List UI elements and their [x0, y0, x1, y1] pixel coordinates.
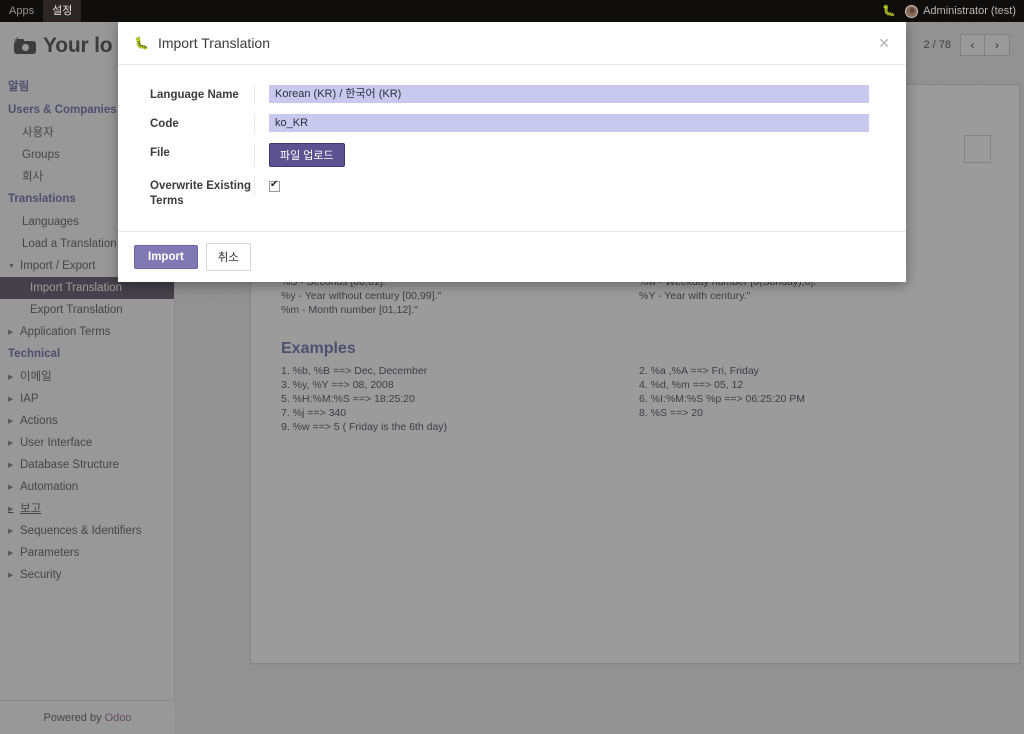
overwrite-checkbox[interactable]	[269, 179, 280, 192]
code-field-wrap	[254, 114, 890, 134]
language-name-input[interactable]	[269, 85, 869, 103]
import-translation-dialog: 🐛 Import Translation ✕ Language Name Cod…	[118, 22, 906, 282]
topbar-app-tabs: Apps 설정	[0, 0, 82, 22]
dialog-body: Language Name Code File 파일 업로드 Overwrite…	[118, 65, 906, 231]
topbar-right-group: 🐛 Administrator (test)	[882, 0, 1024, 22]
user-menu[interactable]: Administrator (test)	[905, 4, 1016, 18]
code-input[interactable]	[269, 114, 869, 132]
dialog-title: Import Translation	[157, 35, 271, 51]
file-field-wrap: 파일 업로드	[254, 143, 890, 167]
field-row-overwrite: Overwrite Existing Terms	[134, 176, 890, 209]
language-name-label: Language Name	[150, 89, 239, 101]
topbar-apps-label: Apps	[9, 5, 35, 17]
dialog-footer: Import 취소	[118, 231, 906, 282]
overwrite-label: Overwrite Existing Terms	[150, 180, 251, 207]
code-label: Code	[150, 118, 179, 130]
bug-icon[interactable]: 🐛	[134, 37, 149, 49]
overwrite-field-wrap	[254, 176, 890, 196]
field-row-file: File 파일 업로드	[134, 143, 890, 167]
topbar-settings-tab[interactable]: 설정	[43, 0, 82, 22]
import-button[interactable]: Import	[134, 245, 198, 269]
avatar	[905, 4, 919, 18]
bug-icon[interactable]: 🐛	[882, 5, 896, 17]
file-upload-button[interactable]: 파일 업로드	[269, 143, 345, 167]
field-row-language-name: Language Name	[134, 85, 890, 105]
close-icon[interactable]: ✕	[876, 32, 892, 54]
field-row-code: Code	[134, 114, 890, 134]
app-root: Apps 설정 🐛 Administrator (test) +	[0, 0, 1024, 734]
top-navbar: Apps 설정 🐛 Administrator (test)	[0, 0, 1024, 22]
topbar-apps-link[interactable]: Apps	[0, 0, 43, 22]
file-label: File	[150, 147, 170, 159]
user-name-label: Administrator (test)	[923, 5, 1016, 17]
cancel-button[interactable]: 취소	[205, 243, 251, 271]
dialog-header: 🐛 Import Translation ✕	[118, 22, 906, 65]
language-name-field-wrap	[254, 85, 890, 105]
topbar-settings-label: 설정	[52, 5, 73, 17]
